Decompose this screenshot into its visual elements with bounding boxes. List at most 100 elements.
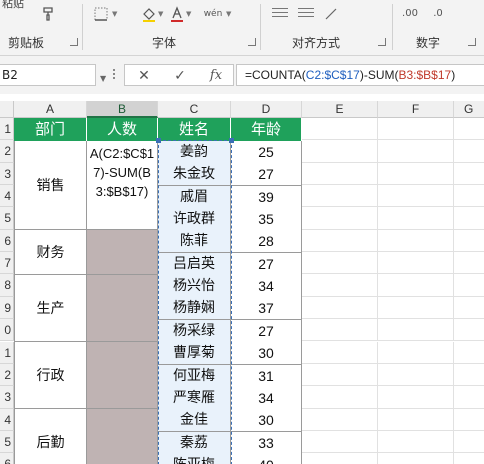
decrease-decimal-icon[interactable]: .00	[400, 6, 420, 22]
orientation-icon[interactable]	[322, 6, 340, 22]
name-cell[interactable]: 朱金玫	[158, 163, 231, 187]
column-header-f[interactable]: F	[378, 101, 454, 118]
grid-cell[interactable]	[454, 230, 484, 253]
merged-count-cell[interactable]	[87, 230, 158, 275]
clipboard-launcher-icon[interactable]	[70, 38, 78, 46]
grid-cell[interactable]	[378, 140, 454, 163]
wrap-text-icon[interactable]: wén	[200, 6, 226, 22]
column-header-a[interactable]: A	[14, 101, 87, 118]
row-header[interactable]: 3	[0, 162, 14, 186]
grid-cell[interactable]	[302, 140, 378, 163]
name-cell[interactable]: 杨采绿	[158, 319, 231, 343]
alignment-launcher-icon[interactable]	[378, 38, 386, 46]
name-cell[interactable]: 曹厚菊	[158, 342, 231, 366]
row-header[interactable]: 8	[0, 274, 14, 297]
name-cell[interactable]: 金佳	[158, 409, 231, 433]
grid-cell[interactable]	[378, 363, 454, 387]
grid-cell[interactable]	[302, 252, 378, 275]
borders-dropdown-icon[interactable]: ▼	[112, 10, 117, 18]
name-cell[interactable]: 吕启英	[158, 252, 231, 276]
grid-cell[interactable]	[454, 163, 484, 186]
grid-cell[interactable]	[378, 386, 454, 409]
grid-cell[interactable]	[378, 252, 454, 275]
function-icon[interactable]: fx	[207, 67, 225, 85]
grid-cell[interactable]	[378, 162, 454, 186]
grid-cell[interactable]	[454, 364, 484, 387]
row-header[interactable]: 5	[0, 207, 14, 230]
name-cell[interactable]: 何亚梅	[158, 364, 231, 388]
grid-cell[interactable]	[454, 409, 484, 431]
paste-label[interactable]: 粘贴	[2, 0, 24, 11]
age-cell[interactable]: 33	[231, 431, 302, 455]
grid-cell[interactable]	[378, 341, 454, 364]
column-header-c[interactable]: C	[158, 101, 231, 118]
age-cell[interactable]: 40	[231, 453, 302, 464]
row-header[interactable]: 9	[0, 296, 14, 320]
column-header-b[interactable]: B	[87, 101, 158, 118]
grid-cell[interactable]	[302, 430, 378, 454]
row-header[interactable]: 1	[0, 118, 14, 141]
grid-cell[interactable]	[302, 274, 378, 297]
grid-cell[interactable]	[302, 408, 378, 431]
age-cell[interactable]: 37	[231, 297, 302, 321]
formula-input[interactable]: =COUNTA(C2:$C$17)-SUM(B3:$B$17)	[236, 64, 484, 86]
header-name[interactable]: 姓名	[158, 118, 231, 141]
column-header-g[interactable]: G	[454, 101, 484, 118]
font-color-icon[interactable]	[168, 6, 186, 22]
grid-cell[interactable]	[378, 430, 454, 454]
name-cell[interactable]: 姜韵	[158, 141, 231, 164]
grid-cell[interactable]	[302, 386, 378, 409]
decrease-indent-icon[interactable]	[272, 8, 288, 20]
age-cell[interactable]: 27	[231, 163, 302, 187]
age-cell[interactable]: 28	[231, 230, 302, 254]
grid-cell[interactable]	[378, 296, 454, 320]
grid-cell[interactable]	[378, 207, 454, 230]
grid-cell[interactable]	[302, 229, 378, 253]
grid-cell[interactable]	[454, 207, 484, 230]
borders-icon[interactable]	[92, 6, 110, 22]
font-color-dropdown-icon[interactable]: ▼	[186, 10, 191, 18]
age-cell[interactable]: 27	[231, 319, 302, 343]
age-cell[interactable]: 27	[231, 252, 302, 276]
active-cell-b2[interactable]: A(C2:$C$17)-SUM(B3:$B$17)	[87, 141, 158, 230]
merged-count-cell[interactable]	[87, 275, 158, 342]
row-header[interactable]: 5	[0, 430, 14, 454]
department-cell[interactable]: 财务	[14, 230, 87, 275]
grid-cell[interactable]	[378, 408, 454, 431]
fill-color-icon[interactable]	[140, 6, 158, 22]
range-handle[interactable]	[156, 138, 161, 143]
name-cell[interactable]: 严寒雁	[158, 386, 231, 410]
department-cell[interactable]: 生产	[14, 275, 87, 342]
age-cell[interactable]: 34	[231, 386, 302, 410]
grid-cell[interactable]	[454, 319, 484, 342]
grid-cell[interactable]	[378, 274, 454, 297]
column-header-e[interactable]: E	[302, 101, 378, 118]
department-cell[interactable]: 行政	[14, 342, 87, 409]
row-header[interactable]: 4	[0, 185, 14, 208]
age-cell[interactable]: 30	[231, 342, 302, 366]
formula-bar-grip[interactable]	[113, 69, 116, 83]
age-cell[interactable]: 34	[231, 275, 302, 299]
row-header[interactable]: 2	[0, 140, 14, 163]
grid-cell[interactable]	[454, 297, 484, 320]
grid-cell[interactable]	[302, 319, 378, 342]
row-header[interactable]: 4	[0, 408, 14, 431]
name-box[interactable]: B2	[0, 64, 96, 86]
grid-cell[interactable]	[302, 363, 378, 387]
grid-cell[interactable]	[454, 185, 484, 208]
grid-cell[interactable]	[454, 386, 484, 409]
grid-cell[interactable]	[454, 140, 484, 163]
format-painter-icon[interactable]	[40, 6, 58, 22]
grid-cell[interactable]	[302, 341, 378, 364]
grid-cell[interactable]	[378, 319, 454, 342]
header-age[interactable]: 年龄	[231, 118, 302, 141]
grid-cell[interactable]	[454, 342, 484, 364]
wrap-dropdown-icon[interactable]: ▼	[226, 10, 231, 18]
name-cell[interactable]: 戚眉	[158, 185, 231, 209]
grid-cell[interactable]	[378, 229, 454, 253]
grid-cell[interactable]	[302, 185, 378, 208]
increase-decimal-icon[interactable]: .0	[428, 6, 448, 22]
age-cell[interactable]: 31	[231, 364, 302, 388]
name-box-dropdown-icon[interactable]: ▼	[100, 74, 106, 83]
grid-cell[interactable]	[454, 252, 484, 275]
